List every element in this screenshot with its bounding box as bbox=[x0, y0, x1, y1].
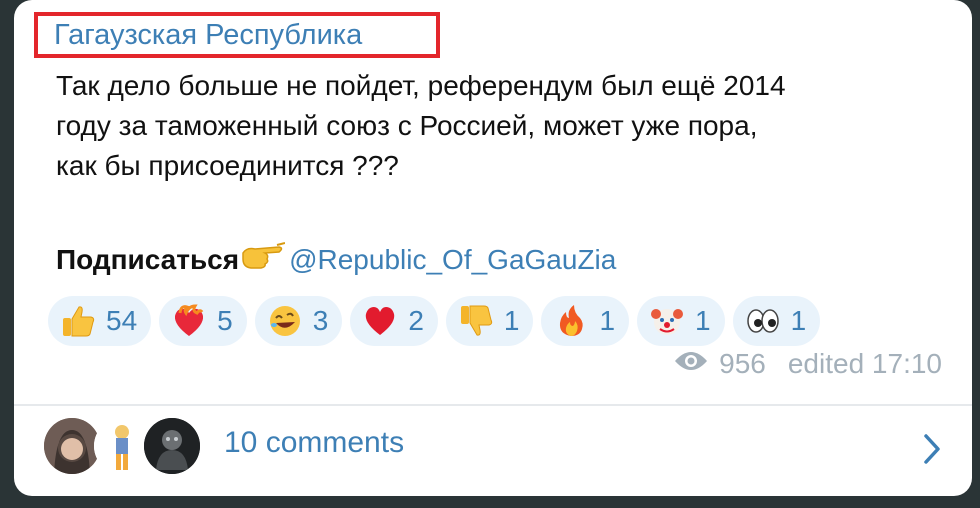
message-text: Так дело больше не пойдет, референдум бы… bbox=[56, 66, 936, 186]
reaction-count: 1 bbox=[695, 305, 711, 336]
eyes-icon bbox=[743, 301, 783, 341]
chevron-right-icon[interactable] bbox=[922, 432, 942, 471]
comments-count-link[interactable]: 10 comments bbox=[224, 426, 404, 460]
views-eye-icon bbox=[673, 348, 709, 380]
channel-name-highlight[interactable]: Гагаузская Республика bbox=[34, 12, 440, 58]
post-meta: 956 edited 17:10 bbox=[673, 348, 942, 380]
reaction-count: 3 bbox=[312, 305, 329, 336]
avatar bbox=[144, 418, 200, 474]
reaction-count: 1 bbox=[790, 305, 807, 336]
reaction-clown[interactable]: 1 bbox=[637, 296, 725, 346]
channel-link[interactable]: @Republic_Of_GaGauZia bbox=[289, 240, 616, 280]
message-line: году за таможенный союз с Россией, может… bbox=[56, 110, 758, 141]
reaction-eyes[interactable]: 1 bbox=[732, 296, 821, 346]
reaction-count: 1 bbox=[503, 305, 520, 336]
divider bbox=[14, 404, 972, 406]
edited-timestamp: edited 17:10 bbox=[787, 348, 942, 379]
thumbs-up-icon bbox=[58, 301, 98, 341]
reaction-heart-on-fire[interactable]: 5 bbox=[159, 296, 247, 346]
comments-bar[interactable]: 10 comments bbox=[14, 408, 972, 496]
subscribe-line: Подписаться @Republic_Of_GaGauZia bbox=[56, 240, 616, 280]
subscribe-label: Подписаться bbox=[56, 244, 240, 275]
fire-icon bbox=[551, 301, 591, 341]
channel-name[interactable]: Гагаузская Республика bbox=[54, 19, 362, 52]
reaction-red-heart[interactable]: 2 bbox=[350, 296, 438, 346]
reaction-thumbs-up[interactable]: 54 bbox=[48, 296, 152, 346]
message-line: как бы присоединится ??? bbox=[56, 150, 399, 181]
reaction-laughing[interactable]: 3 bbox=[254, 296, 343, 346]
clown-face-icon bbox=[647, 301, 687, 341]
reaction-fire[interactable]: 1 bbox=[541, 296, 630, 346]
reaction-count: 5 bbox=[217, 305, 233, 336]
avatar bbox=[44, 418, 100, 474]
rolling-on-floor-laughing-icon bbox=[265, 301, 305, 341]
reactions-bar: 54 5 3 2 1 1 1 1 bbox=[48, 296, 828, 346]
thumbs-down-icon bbox=[456, 301, 496, 341]
reaction-count: 2 bbox=[408, 305, 424, 336]
reaction-count: 1 bbox=[599, 305, 616, 336]
commenter-avatars bbox=[44, 418, 200, 474]
avatar bbox=[94, 418, 150, 474]
red-heart-icon bbox=[360, 301, 400, 341]
reaction-thumbs-down[interactable]: 1 bbox=[445, 296, 534, 346]
reaction-count: 54 bbox=[106, 305, 138, 336]
heart-on-fire-icon bbox=[169, 301, 209, 341]
views-count: 956 bbox=[719, 348, 766, 379]
message-line: Так дело больше не пойдет, референдум бы… bbox=[56, 70, 786, 101]
pointing-hand-icon bbox=[241, 240, 286, 280]
message-card: Гагаузская Республика Так дело больше не… bbox=[14, 0, 972, 496]
